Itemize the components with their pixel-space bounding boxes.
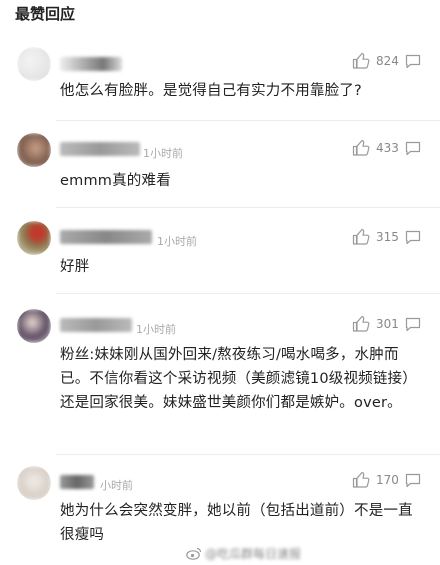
avatar[interactable] — [17, 221, 51, 255]
like-count: 315 — [376, 229, 399, 244]
like-count: 433 — [376, 140, 399, 155]
comment-text: 她为什么会突然变胖，她以前（包括出道前）不是一直很瘦吗 — [60, 503, 413, 543]
thumbs-up-icon — [352, 315, 370, 332]
username[interactable] — [60, 318, 132, 332]
reply-icon[interactable] — [405, 230, 421, 245]
like-button[interactable]: 824 — [352, 52, 399, 69]
like-button[interactable]: 170 — [352, 471, 399, 488]
like-count: 824 — [376, 53, 399, 68]
reply-icon[interactable] — [405, 141, 421, 156]
avatar[interactable] — [17, 133, 51, 167]
avatar[interactable] — [17, 47, 51, 81]
reply-icon[interactable] — [405, 54, 421, 69]
thumbs-up-icon — [352, 471, 370, 488]
like-button[interactable]: 315 — [352, 228, 399, 245]
thumbs-up-icon — [352, 228, 370, 245]
comment-time: 小时前 — [100, 479, 133, 492]
comment-time: 1小时前 — [157, 235, 197, 248]
comment-text: 好胖 — [60, 259, 90, 275]
reply-icon[interactable] — [405, 473, 421, 488]
divider — [56, 454, 440, 455]
username[interactable] — [60, 475, 94, 489]
avatar[interactable] — [17, 309, 51, 343]
thumbs-up-icon — [352, 52, 370, 69]
like-count: 301 — [376, 316, 399, 331]
comment-text: 他怎么有脸胖。是觉得自己有实力不用靠脸了? — [60, 83, 362, 99]
comment-time: 1小时前 — [136, 323, 176, 336]
comment-text: emmm真的难看 — [60, 173, 171, 189]
comment-time: 1小时前 — [143, 147, 183, 160]
like-button[interactable]: 433 — [352, 139, 399, 156]
comment-text: 粉丝:妹妹刚从国外回来/熬夜练习/喝水喝多，水肿而已。不信你看这个采访视频（美颜… — [60, 347, 417, 411]
divider — [56, 207, 440, 208]
weibo-logo-icon — [186, 547, 202, 560]
like-count: 170 — [376, 472, 399, 487]
username[interactable] — [60, 230, 152, 244]
watermark: @吃瓜群每日速报 — [186, 545, 301, 562]
username[interactable] — [60, 57, 122, 71]
avatar[interactable] — [17, 466, 51, 500]
thumbs-up-icon — [352, 139, 370, 156]
reply-icon[interactable] — [405, 317, 421, 332]
divider — [56, 120, 440, 121]
section-title: 最赞回应 — [15, 5, 76, 23]
divider — [56, 293, 440, 294]
watermark-text: @吃瓜群每日速报 — [205, 547, 302, 561]
username[interactable] — [60, 142, 140, 156]
like-button[interactable]: 301 — [352, 315, 399, 332]
